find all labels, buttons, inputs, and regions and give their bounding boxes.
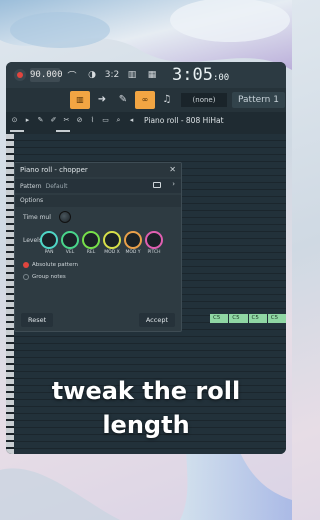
video-caption: tweak the roll length xyxy=(0,374,292,442)
chevron-right-icon[interactable]: › xyxy=(172,180,175,188)
instrument-selector[interactable]: (none) xyxy=(181,93,227,107)
knob-label: VEL xyxy=(65,250,75,255)
knob-ring xyxy=(103,231,121,249)
pattern-value[interactable]: Default xyxy=(46,183,68,190)
absolute-pattern-option[interactable]: Absolute pattern xyxy=(15,259,181,271)
slice-tool-icon[interactable]: ⌇ xyxy=(88,116,97,124)
speaker-icon[interactable]: ♫ xyxy=(158,91,176,109)
pattern-selector[interactable]: Pattern 1 xyxy=(232,92,285,108)
mod-y-knob[interactable]: MOD Y xyxy=(124,231,142,255)
step-edit-icon[interactable]: ▥ xyxy=(124,70,140,80)
note[interactable]: C5 xyxy=(267,314,286,323)
time-signature[interactable]: 3:2 xyxy=(104,70,120,80)
note[interactable]: C5 xyxy=(248,314,267,323)
pattern-label: Pattern xyxy=(20,182,42,190)
loop-record-icon[interactable]: ▦ xyxy=(144,70,160,80)
snap-icon[interactable]: ▸ xyxy=(23,116,32,124)
playback-tool-icon[interactable]: ◂ xyxy=(127,116,136,124)
vel-knob[interactable]: VEL xyxy=(61,231,79,255)
radio-empty-icon xyxy=(23,274,29,280)
caption-line-2: length xyxy=(102,411,190,439)
knob-ring xyxy=(82,231,100,249)
time-mul-knob[interactable] xyxy=(58,211,71,223)
folder-icon[interactable] xyxy=(153,182,161,188)
piano-roll-title: Piano roll - 808 HiHat xyxy=(144,115,224,125)
note[interactable]: C5 xyxy=(210,314,229,323)
knob-ring xyxy=(145,231,163,249)
pan-knob[interactable]: PAN xyxy=(40,231,58,255)
time-mul-row: Time mul xyxy=(15,207,181,227)
options-section-header: Options xyxy=(15,195,181,207)
transport-toolbar: 90.000 ⌒ ◑ 3:2 ▥ ▦ 3:05:00 xyxy=(6,62,286,88)
chopper-dialog: Piano roll - chopper ✕ Pattern Default ›… xyxy=(14,162,182,332)
knob-label: REL xyxy=(86,250,96,255)
options-icon[interactable]: ⊙ xyxy=(10,116,19,124)
rel-knob[interactable]: REL xyxy=(82,231,100,255)
reset-button[interactable]: Reset xyxy=(21,313,54,327)
wait-icon[interactable]: ◑ xyxy=(84,70,100,80)
pitch-knob[interactable]: PITCH xyxy=(145,231,163,255)
close-icon[interactable]: ✕ xyxy=(169,163,176,177)
levels-row: Levels PAN VEL REL MOD X MOD Y PITCH xyxy=(15,231,181,259)
absolute-pattern-label: Absolute pattern xyxy=(32,262,78,268)
accept-button[interactable]: Accept xyxy=(138,313,175,327)
dialog-title: Piano roll - chopper xyxy=(20,166,88,174)
mute-tool-icon[interactable]: ⊘ xyxy=(75,116,84,124)
record-button[interactable] xyxy=(14,69,26,81)
caption-line-1: tweak the roll xyxy=(51,377,241,405)
knob-ring xyxy=(40,231,58,249)
knob-label: MOD Y xyxy=(125,250,141,255)
pattern-song-toggle[interactable]: ▥ xyxy=(70,91,90,109)
paint-tool-icon[interactable]: ✐ xyxy=(49,116,58,124)
knob-ring xyxy=(61,231,79,249)
radio-selected-icon xyxy=(23,262,29,268)
knob-label: MOD X xyxy=(104,250,120,255)
song-position-clock[interactable]: 3:05:00 xyxy=(172,65,229,85)
levels-label: Levels xyxy=(23,237,42,244)
tool-toolbar: ▥ ➜ ✎ ∞ ♫ (none) Pattern 1 xyxy=(6,88,286,112)
knob-label: PAN xyxy=(44,250,54,255)
note-row: C5 C5 C5 C5 xyxy=(210,314,286,323)
piano-roll-toolbar: ⊙ ▸ ✎ ✐ ✂ ⊘ ⌇ ▭ ⌕ ◂ Piano roll - 808 HiH… xyxy=(6,112,286,128)
knob-label: PITCH xyxy=(147,250,161,255)
note[interactable]: C5 xyxy=(229,314,248,323)
pencil-icon[interactable]: ✎ xyxy=(114,91,132,109)
dialog-footer: Reset Accept xyxy=(15,309,181,331)
knob-ring xyxy=(124,231,142,249)
time-mul-label: Time mul xyxy=(23,213,51,221)
dialog-title-bar: Piano roll - chopper ✕ xyxy=(15,163,181,177)
pattern-row[interactable]: Pattern Default › xyxy=(15,179,181,193)
select-tool-icon[interactable]: ▭ xyxy=(101,116,110,124)
metronome-icon[interactable]: ⌒ xyxy=(64,69,80,82)
pencil-tool-icon[interactable]: ✎ xyxy=(36,116,45,124)
next-arrow-icon[interactable]: ➜ xyxy=(93,91,111,109)
delete-tool-icon[interactable]: ✂ xyxy=(62,116,71,124)
group-notes-option[interactable]: Group notes xyxy=(15,271,181,283)
tempo-display[interactable]: 90.000 xyxy=(30,68,63,82)
mod-x-knob[interactable]: MOD X xyxy=(103,231,121,255)
group-notes-label: Group notes xyxy=(32,274,66,280)
zoom-tool-icon[interactable]: ⌕ xyxy=(114,116,123,125)
link-icon[interactable]: ∞ xyxy=(135,91,155,109)
